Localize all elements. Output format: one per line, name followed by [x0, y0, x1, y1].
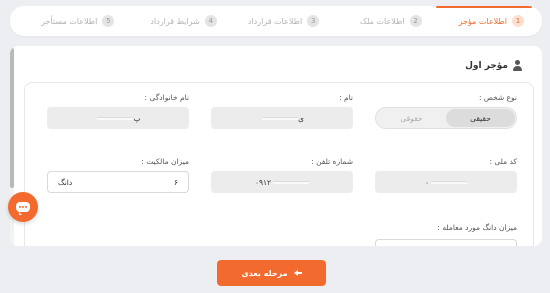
phone-label: شماره تلفن : — [311, 157, 353, 166]
step-number: 4 — [204, 15, 217, 27]
ownership-field: میزان مالکیت : دانگ ۶ — [47, 157, 189, 197]
shares-input[interactable] — [375, 239, 517, 246]
first-name-value: ی — [298, 113, 304, 123]
shares-label: میزان دانگ مورد معامله : — [437, 223, 517, 232]
stepper: 1 اطلاعات مؤجر 2 اطلاعات ملک 3 اطلاعات ق… — [10, 6, 542, 36]
first-name-field: نام : ی — [211, 93, 353, 133]
step-lessor-info[interactable]: 1 اطلاعات مؤجر — [430, 6, 533, 36]
person-icon — [513, 60, 522, 71]
option-legal-person[interactable]: حقوقی — [377, 109, 446, 127]
step-label: اطلاعات مستأجر — [41, 16, 98, 26]
lessor-form: نوع شخص : حقیقی حقوقی نام : ی نام خانواد… — [24, 82, 534, 246]
ownership-input[interactable]: دانگ ۶ — [47, 171, 189, 193]
step-tenant-info[interactable]: 5 اطلاعات مستأجر — [20, 6, 122, 36]
step-number: 3 — [307, 15, 320, 27]
step-number: 2 — [409, 15, 422, 27]
step-property-info[interactable]: 2 اطلاعات ملک — [327, 6, 429, 36]
phone-input[interactable]: ۰۹۱۲ — [211, 171, 353, 193]
step-label: اطلاعات ملک — [359, 16, 405, 26]
next-step-label: مرحله بعدی — [241, 268, 288, 278]
step-contract-info[interactable]: 3 اطلاعات قرارداد — [225, 6, 327, 36]
phone-field: شماره تلفن : ۰۹۱۲ — [211, 157, 353, 197]
national-code-input[interactable]: ۰ — [375, 171, 517, 193]
step-number: 5 — [102, 15, 115, 27]
last-name-input[interactable]: پ — [47, 107, 189, 129]
section-header: مؤجر اول — [465, 60, 522, 71]
chat-button[interactable] — [8, 192, 38, 222]
national-code-field: کد ملی : ۰ — [375, 157, 517, 197]
arrow-left-icon — [293, 269, 302, 277]
person-type-toggle[interactable]: حقیقی حقوقی — [375, 107, 517, 129]
step-contract-terms[interactable]: 4 شرایط قرارداد — [122, 6, 224, 36]
person-type-label: نوع شخص : — [478, 93, 517, 102]
ownership-value: ۶ — [173, 177, 178, 187]
last-name-label: نام خانوادگی : — [144, 93, 189, 102]
ownership-label: میزان مالکیت : — [141, 157, 189, 166]
step-label: شرایط قرارداد — [150, 16, 200, 26]
step-label: اطلاعات مؤجر — [458, 16, 507, 26]
ownership-unit: دانگ — [58, 177, 73, 187]
shares-field: میزان دانگ مورد معامله : — [375, 223, 517, 246]
national-code-label: کد ملی : — [489, 157, 517, 166]
option-natural-person[interactable]: حقیقی — [446, 109, 515, 127]
last-name-value: پ — [133, 113, 141, 123]
last-name-field: نام خانوادگی : پ — [47, 93, 189, 133]
person-type-field: نوع شخص : حقیقی حقوقی — [375, 93, 517, 133]
first-name-label: نام : — [339, 93, 353, 102]
next-step-button[interactable]: مرحله بعدی — [217, 260, 326, 286]
national-code-value: ۰ — [424, 177, 430, 187]
section-title: مؤجر اول — [465, 60, 508, 71]
scrollbar-thumb[interactable] — [10, 48, 14, 188]
step-label: اطلاعات قرارداد — [247, 16, 303, 26]
first-name-input[interactable]: ی — [211, 107, 353, 129]
phone-value: ۰۹۱۲ — [254, 177, 272, 187]
form-card: مؤجر اول نوع شخص : حقیقی حقوقی نام : ی ن… — [10, 46, 542, 246]
step-number: 1 — [512, 15, 524, 27]
